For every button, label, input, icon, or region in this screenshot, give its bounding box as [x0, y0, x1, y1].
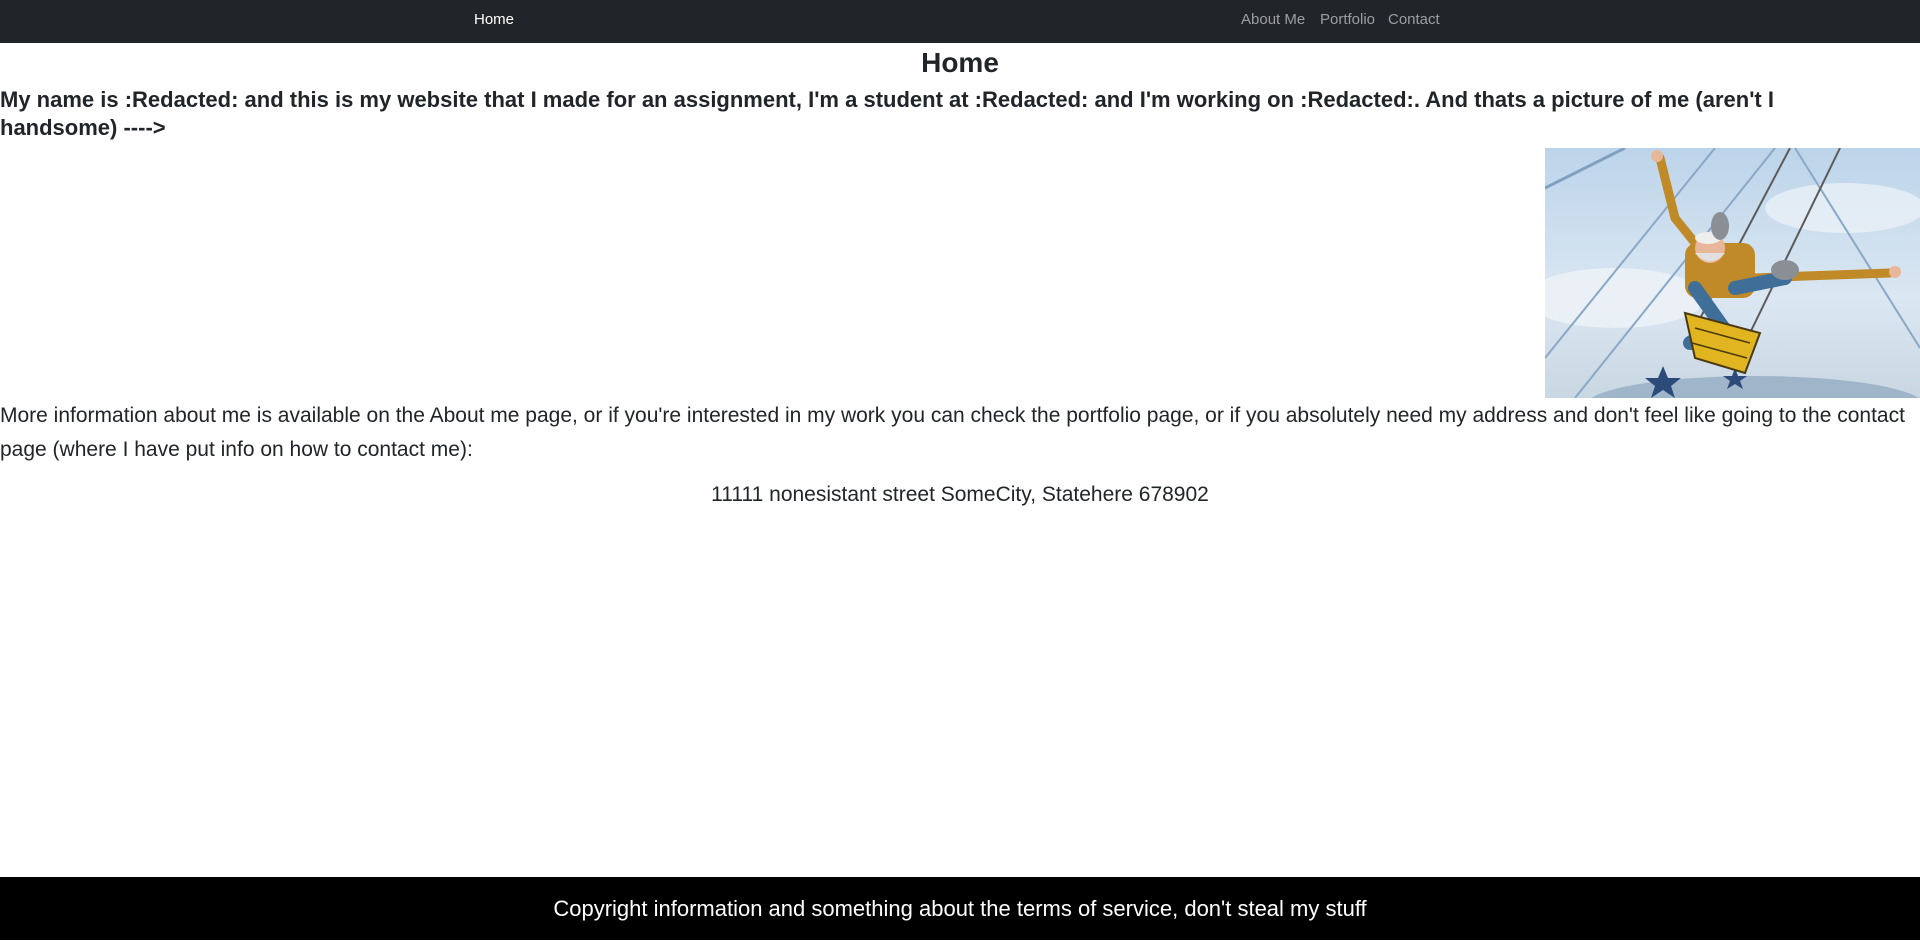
- more-info-text: More information about me is available o…: [0, 404, 1905, 461]
- top-navbar: Home About Me Portfolio Contact: [0, 0, 1920, 43]
- footer: Copyright information and something abou…: [0, 877, 1920, 940]
- nav-link-contact[interactable]: Contact: [1388, 0, 1440, 43]
- footer-text: Copyright information and something abou…: [553, 896, 1367, 921]
- nav-link-portfolio[interactable]: Portfolio: [1320, 0, 1375, 43]
- intro-text: My name is :Redacted: and this is my web…: [0, 87, 1774, 140]
- profile-photo: [1545, 148, 1920, 398]
- address-text: 11111 nonesistant street SomeCity, State…: [711, 483, 1209, 506]
- nav-link-about-me[interactable]: About Me: [1241, 0, 1305, 43]
- page-title: Home: [921, 47, 999, 78]
- nav-link-home[interactable]: Home: [474, 0, 514, 43]
